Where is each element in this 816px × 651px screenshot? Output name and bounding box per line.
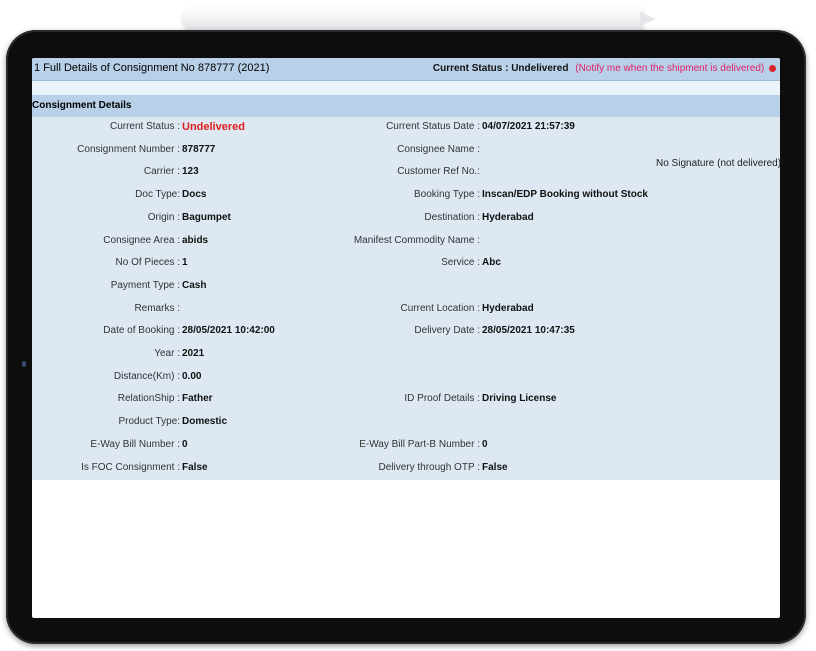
field-label: Consignment Number : xyxy=(77,143,180,155)
camera-icon xyxy=(22,361,26,367)
field-value: 0.00 xyxy=(182,370,202,382)
field-label: Consignee Area : xyxy=(103,234,180,246)
field-value: 0 xyxy=(182,438,188,450)
tablet-screen: 1 Full Details of Consignment No 878777 … xyxy=(32,58,780,618)
field-value: Father xyxy=(182,393,213,405)
field-value: 2021 xyxy=(182,348,205,359)
field-label: Manifest Commodity Name : xyxy=(353,234,480,246)
field-label: Payment Type : xyxy=(110,279,180,291)
detail-row: Product Type: Domestic xyxy=(32,416,780,430)
section-title: Consignment Details xyxy=(32,100,132,111)
field-value: Inscan/EDP Booking without Stock xyxy=(482,189,648,201)
field-label: Product Type: xyxy=(118,416,180,428)
field-label: Carrier : xyxy=(143,166,180,178)
field-label: E-Way Bill Number : xyxy=(90,438,180,450)
status-area: Current Status : Undelivered (Notify me … xyxy=(433,63,776,74)
field-label: Origin : xyxy=(147,211,180,223)
spacer xyxy=(32,81,780,95)
detail-row: Date of Booking :28/05/2021 10:42:00 Deli… xyxy=(32,325,780,339)
notify-link[interactable]: (Notify me when the shipment is delivere… xyxy=(575,63,764,74)
title-bar: 1 Full Details of Consignment No 878777 … xyxy=(32,58,780,81)
detail-row: Carrier :123 Customer Ref No.: xyxy=(32,166,780,180)
field-label: Consignee Name : xyxy=(397,143,480,155)
field-value: Bagumpet xyxy=(182,211,231,223)
field-value: Domestic xyxy=(182,416,228,428)
stylus-pencil xyxy=(183,7,643,31)
field-value: Driving License xyxy=(482,393,557,405)
field-label: Customer Ref No.: xyxy=(397,166,480,178)
field-value: 0 xyxy=(482,438,488,450)
field-label: Doc Type: xyxy=(135,189,180,201)
field-label: Booking Type : xyxy=(414,189,480,201)
field-value: 123 xyxy=(182,166,199,178)
field-label: Current Status Date : xyxy=(386,121,480,132)
details-panel: No Signature (not delivered) Current Sta… xyxy=(32,117,780,480)
section-header: Consignment Details xyxy=(32,95,780,117)
field-value: Hyderabad xyxy=(482,302,534,314)
detail-row: Year :2021 xyxy=(32,348,780,362)
field-label: Current Location : xyxy=(400,302,481,314)
field-value: Undelivered xyxy=(182,121,245,133)
field-value: 1 xyxy=(182,257,188,269)
field-value: Docs xyxy=(182,189,207,201)
field-value: False xyxy=(482,461,508,473)
detail-row: Current Status : Undelivered Current Statu… xyxy=(32,121,780,135)
stylus-tip xyxy=(640,12,656,26)
field-value: Abc xyxy=(482,257,501,269)
detail-row: E-Way Bill Number :0 E-Way Bill Part-B Nu… xyxy=(32,439,780,453)
field-label: Distance(Km) : xyxy=(113,370,180,382)
field-label: Remarks : xyxy=(134,302,180,314)
field-label: No Of Pieces : xyxy=(115,257,180,269)
field-value: 28/05/2021 10:42:00 xyxy=(182,325,275,337)
detail-row: No Of Pieces :1 Service : Abc xyxy=(32,257,780,271)
detail-row: Is FOC Consignment : False Delivery throug… xyxy=(32,462,780,476)
field-label: ID Proof Details : xyxy=(404,393,480,405)
detail-row: Distance(Km) :0.00 xyxy=(32,371,780,385)
field-label: Year : xyxy=(154,348,180,359)
field-value: abids xyxy=(182,234,209,246)
field-value: Hyderabad xyxy=(482,211,534,223)
field-value: Cash xyxy=(182,279,207,291)
page-title: 1 Full Details of Consignment No 878777 … xyxy=(34,62,270,74)
field-label: Service : xyxy=(441,257,480,269)
notify-icon[interactable] xyxy=(769,64,776,72)
detail-row: Remarks : Current Location : Hyderabad xyxy=(32,303,780,317)
field-value: False xyxy=(182,461,208,473)
field-label: Delivery Date : xyxy=(414,325,480,337)
field-label: RelationShip : xyxy=(117,393,180,405)
detail-row: Origin : Bagumpet Destination : Hyderabad xyxy=(32,212,780,226)
field-value: 28/05/2021 10:47:35 xyxy=(482,325,575,337)
field-value: 878777 xyxy=(182,143,216,155)
detail-row: Consignee Area : abids Manifest Commodity … xyxy=(32,235,780,249)
detail-row: RelationShip : Father ID Proof Details : Dr… xyxy=(32,393,780,407)
field-label: Destination : xyxy=(424,211,480,223)
detail-row: Payment Type : Cash xyxy=(32,280,780,294)
field-value: 04/07/2021 21:57:39 xyxy=(482,121,575,132)
current-status-text: Current Status : Undelivered xyxy=(432,63,569,74)
field-label: Delivery through OTP : xyxy=(378,461,480,473)
detail-row: Doc Type: Docs Booking Type : Inscan/EDP Bo… xyxy=(32,189,780,203)
field-label: Current Status : xyxy=(109,121,180,132)
detail-row: Consignment Number :878777 Consignee Name… xyxy=(32,144,780,158)
field-label: Date of Booking : xyxy=(103,325,180,337)
field-label: E-Way Bill Part-B Number : xyxy=(359,438,480,450)
field-label: Is FOC Consignment : xyxy=(81,461,180,473)
